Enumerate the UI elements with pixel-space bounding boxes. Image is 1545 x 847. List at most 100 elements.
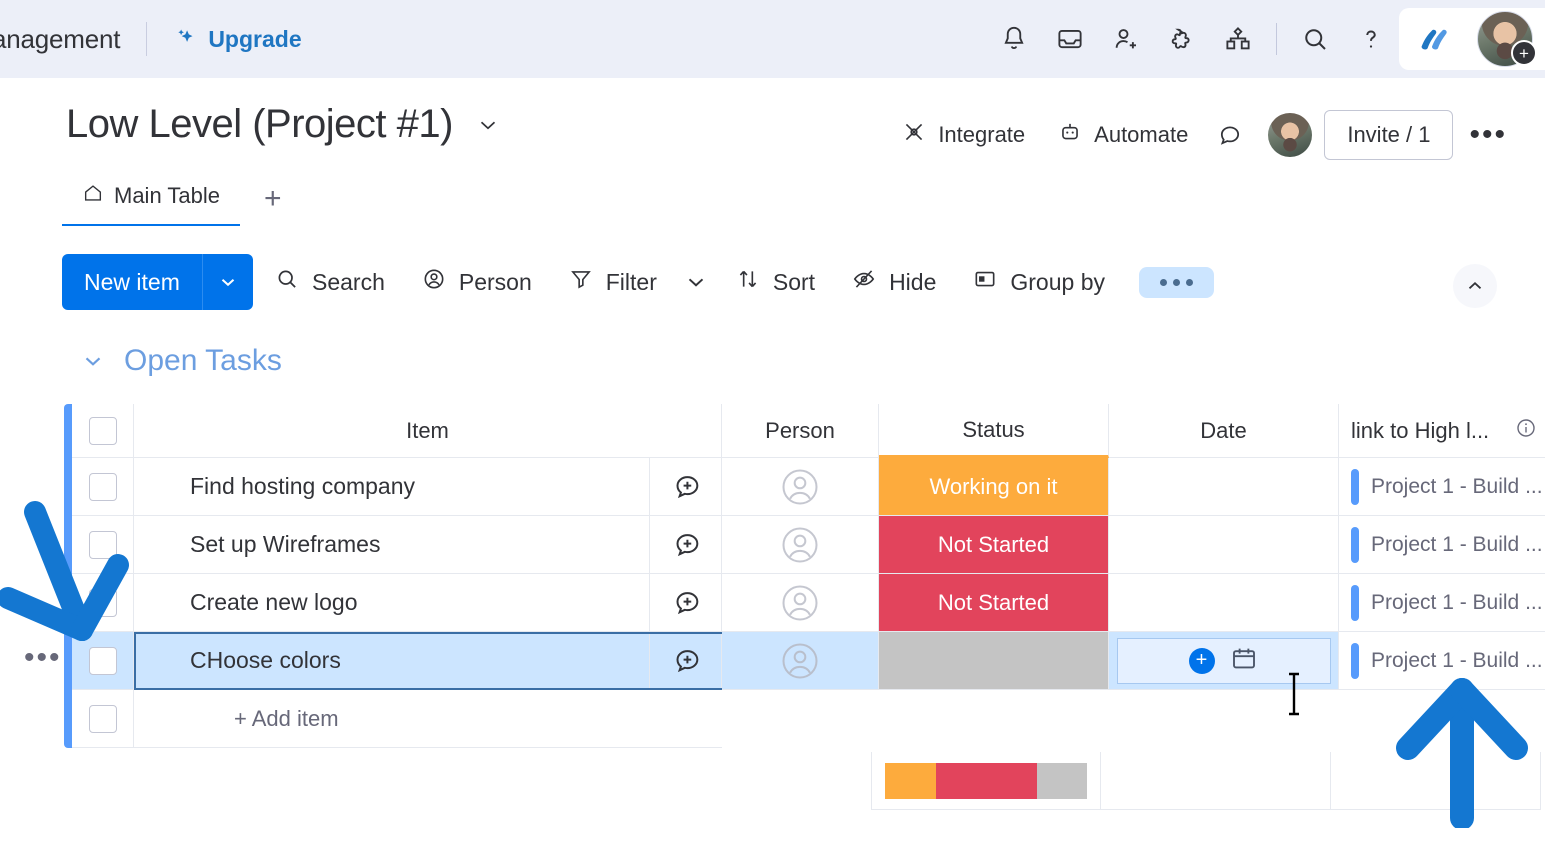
- add-update-icon[interactable]: [649, 574, 721, 631]
- cell-date[interactable]: [1109, 458, 1339, 516]
- cell-item[interactable]: CHoose colors: [134, 632, 722, 690]
- board-member-avatar[interactable]: [1268, 113, 1312, 157]
- group-by-icon: [972, 266, 998, 298]
- cell-status[interactable]: Not Started: [879, 516, 1109, 574]
- cell-date[interactable]: [1109, 516, 1339, 574]
- status-segment-not-started: [936, 763, 1037, 799]
- cell-date[interactable]: [1109, 574, 1339, 632]
- tab-main-table[interactable]: Main Table: [62, 176, 240, 228]
- invite-member-icon[interactable]: [1098, 11, 1154, 67]
- table-row[interactable]: Create new logo Not Started Project 1 - …: [72, 574, 1545, 632]
- column-header-person[interactable]: Person: [722, 404, 879, 458]
- add-view-button[interactable]: +: [240, 182, 306, 228]
- cell-link[interactable]: Project 1 - Build ...: [1339, 574, 1545, 632]
- board-actions: Integrate Automate Invite / 1 •••: [885, 110, 1523, 160]
- cell-date[interactable]: +: [1109, 632, 1339, 690]
- automate-button[interactable]: Automate: [1041, 111, 1204, 159]
- status-badge: Not Started: [879, 574, 1108, 631]
- new-item-chevron-down-icon[interactable]: [203, 254, 253, 310]
- row-checkbox[interactable]: [89, 531, 117, 559]
- cell-link[interactable]: Project 1 - Build ...: [1339, 632, 1545, 690]
- filter-chevron-down-icon[interactable]: [677, 258, 715, 306]
- cell-status[interactable]: Not Started: [879, 574, 1109, 632]
- monday-logo-icon[interactable]: [1399, 8, 1465, 70]
- dot: [1173, 279, 1180, 286]
- link-chip[interactable]: Project 1 - Build ...: [1351, 469, 1543, 505]
- notifications-icon[interactable]: [986, 11, 1042, 67]
- person-placeholder-icon: [778, 581, 822, 625]
- group-title[interactable]: Open Tasks: [124, 344, 282, 378]
- cell-add-item[interactable]: + Add item: [134, 690, 722, 748]
- toolbar-more-button[interactable]: [1139, 267, 1214, 298]
- table-row-selected[interactable]: CHoose colors + Project 1: [72, 632, 1545, 690]
- link-color-bar: [1351, 585, 1359, 621]
- column-header-link[interactable]: link to High l...: [1339, 404, 1545, 458]
- add-item-label[interactable]: + Add item: [134, 706, 722, 732]
- column-header-item[interactable]: Item: [134, 404, 722, 458]
- summary-status-cell[interactable]: [871, 752, 1101, 810]
- search-button[interactable]: Search: [258, 255, 401, 309]
- filter-button[interactable]: Filter: [552, 255, 673, 309]
- cell-person[interactable]: [722, 516, 879, 574]
- link-chip[interactable]: Project 1 - Build ...: [1351, 585, 1543, 621]
- summary-date-cell: [1101, 752, 1331, 810]
- item-name[interactable]: Create new logo: [134, 589, 649, 616]
- select-all-checkbox[interactable]: [89, 417, 117, 445]
- date-picker-trigger[interactable]: +: [1117, 638, 1331, 684]
- group-collapse-chevron-down-icon[interactable]: [80, 348, 106, 374]
- row-checkbox[interactable]: [89, 647, 117, 675]
- cell-item[interactable]: Find hosting company: [134, 458, 722, 516]
- avatar-add-badge[interactable]: +: [1511, 40, 1537, 66]
- calendar-icon[interactable]: [1229, 643, 1259, 678]
- cell-status[interactable]: [879, 632, 1109, 690]
- invite-button[interactable]: Invite / 1: [1324, 110, 1453, 160]
- group-by-button[interactable]: Group by: [956, 255, 1121, 309]
- board-updates-icon[interactable]: [1204, 111, 1256, 159]
- column-header-date[interactable]: Date: [1109, 404, 1339, 458]
- row-checkbox[interactable]: [89, 473, 117, 501]
- link-chip[interactable]: Project 1 - Build ...: [1351, 643, 1543, 679]
- board-more-menu-button[interactable]: •••: [1453, 125, 1523, 145]
- hide-button[interactable]: Hide: [835, 255, 952, 309]
- board-menu-chevron-down-icon[interactable]: [475, 112, 501, 138]
- table-row[interactable]: Set up Wireframes Not Started Project 1 …: [72, 516, 1545, 574]
- person-filter-button[interactable]: Person: [405, 255, 548, 309]
- user-avatar[interactable]: +: [1465, 8, 1545, 70]
- sort-button[interactable]: Sort: [719, 255, 831, 309]
- inbox-icon[interactable]: [1042, 11, 1098, 67]
- row-checkbox[interactable]: [89, 589, 117, 617]
- cell-status[interactable]: Working on it: [879, 458, 1109, 516]
- row-context-menu-button[interactable]: •••: [24, 648, 62, 668]
- info-icon[interactable]: [1514, 416, 1538, 446]
- row-checkbox[interactable]: [89, 705, 117, 733]
- person-placeholder-icon: [778, 523, 822, 567]
- help-icon[interactable]: [1343, 11, 1399, 67]
- item-name[interactable]: CHoose colors: [134, 647, 649, 674]
- cell-item[interactable]: Set up Wireframes: [134, 516, 722, 574]
- add-update-icon[interactable]: [649, 516, 721, 573]
- upgrade-button[interactable]: Upgrade: [173, 26, 301, 53]
- search-icon[interactable]: [1287, 11, 1343, 67]
- collapse-toolbar-button[interactable]: [1453, 264, 1497, 308]
- add-update-icon[interactable]: [649, 458, 721, 515]
- item-name[interactable]: Set up Wireframes: [134, 531, 649, 558]
- summary-spacer: [64, 752, 871, 810]
- cell-person[interactable]: [722, 458, 879, 516]
- new-item-button[interactable]: New item: [62, 254, 253, 310]
- templates-icon[interactable]: [1210, 11, 1266, 67]
- add-update-icon[interactable]: [649, 632, 721, 689]
- cell-person[interactable]: [722, 632, 879, 690]
- cell-person[interactable]: [722, 574, 879, 632]
- apps-icon[interactable]: [1154, 11, 1210, 67]
- add-date-icon[interactable]: +: [1189, 648, 1215, 674]
- cell-link[interactable]: Project 1 - Build ...: [1339, 458, 1545, 516]
- table-row[interactable]: Find hosting company Working on it Proje…: [72, 458, 1545, 516]
- cell-link[interactable]: Project 1 - Build ...: [1339, 516, 1545, 574]
- column-header-status[interactable]: Status: [879, 404, 1109, 458]
- cell-item[interactable]: Create new logo: [134, 574, 722, 632]
- link-chip[interactable]: Project 1 - Build ...: [1351, 527, 1543, 563]
- item-name[interactable]: Find hosting company: [134, 473, 649, 500]
- integrate-button[interactable]: Integrate: [885, 111, 1041, 159]
- add-item-row[interactable]: + Add item: [72, 690, 1545, 748]
- filter-icon: [568, 266, 594, 298]
